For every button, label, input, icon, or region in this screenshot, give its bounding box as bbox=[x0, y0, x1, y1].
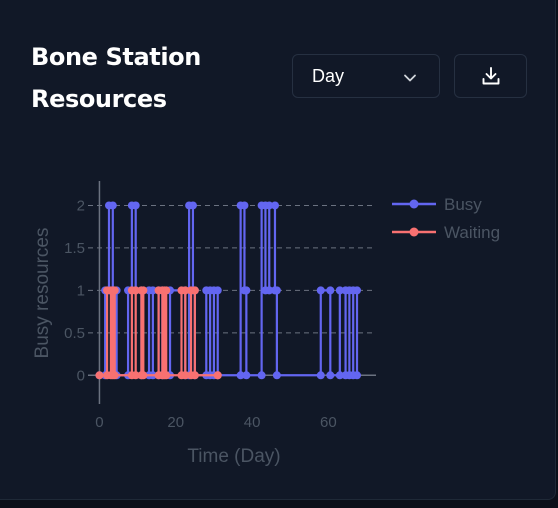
data-point bbox=[139, 371, 148, 380]
data-point bbox=[190, 371, 199, 380]
period-select[interactable]: Day bbox=[292, 54, 440, 98]
data-point bbox=[162, 371, 171, 380]
data-point bbox=[316, 286, 325, 295]
resources-chart: 00.511.520 20 40 60Time (Day)Busy resources… bbox=[32, 181, 500, 467]
data-point bbox=[188, 201, 197, 210]
chevron-down-icon bbox=[403, 69, 417, 90]
series-waiting bbox=[95, 286, 222, 380]
data-point bbox=[353, 371, 362, 380]
data-point bbox=[95, 371, 104, 380]
period-select-value: Day bbox=[312, 65, 345, 86]
x-tick-label: 0 bbox=[95, 414, 103, 431]
data-point bbox=[242, 371, 251, 380]
data-point bbox=[242, 286, 251, 295]
x-axis-title: Time (Day) bbox=[187, 446, 280, 467]
data-point bbox=[326, 371, 335, 380]
x-tick-label: 60 bbox=[320, 414, 337, 431]
data-point bbox=[272, 286, 281, 295]
y-tick-label: 0.5 bbox=[64, 325, 85, 342]
download-button[interactable] bbox=[454, 54, 527, 98]
data-point bbox=[213, 286, 222, 295]
resources-card: Bone Station Resources Day 0 0.5 1 1.5 2 0 20 4… bbox=[0, 0, 556, 500]
y-tick-label: 1.5 bbox=[64, 240, 85, 257]
y-axis-title: Busy resources bbox=[32, 228, 53, 359]
data-point bbox=[108, 201, 117, 210]
y-tick-label: 0 bbox=[77, 367, 85, 384]
data-point bbox=[316, 371, 325, 380]
data-point bbox=[131, 201, 140, 210]
legend: Busy Waiting bbox=[392, 195, 500, 242]
data-point bbox=[110, 371, 119, 380]
data-point bbox=[213, 371, 222, 380]
y-tick-label: 2 bbox=[77, 197, 85, 214]
x-tick-label: 40 bbox=[244, 414, 261, 431]
legend-marker bbox=[409, 227, 419, 237]
data-point bbox=[353, 286, 362, 295]
data-point bbox=[326, 286, 335, 295]
legend-label: Waiting bbox=[444, 223, 500, 242]
download-icon bbox=[482, 67, 500, 85]
x-tick-label: 20 bbox=[167, 414, 184, 431]
data-point bbox=[270, 201, 279, 210]
legend-marker bbox=[409, 199, 419, 209]
data-point bbox=[139, 286, 148, 295]
data-point bbox=[257, 371, 266, 380]
card-title: Bone Station Resources bbox=[31, 43, 201, 113]
data-point bbox=[240, 201, 249, 210]
data-point bbox=[190, 286, 199, 295]
data-point bbox=[110, 286, 119, 295]
legend-label: Busy bbox=[444, 195, 482, 214]
y-tick-label: 1 bbox=[77, 282, 85, 299]
data-point bbox=[272, 371, 281, 380]
data-point bbox=[162, 286, 171, 295]
